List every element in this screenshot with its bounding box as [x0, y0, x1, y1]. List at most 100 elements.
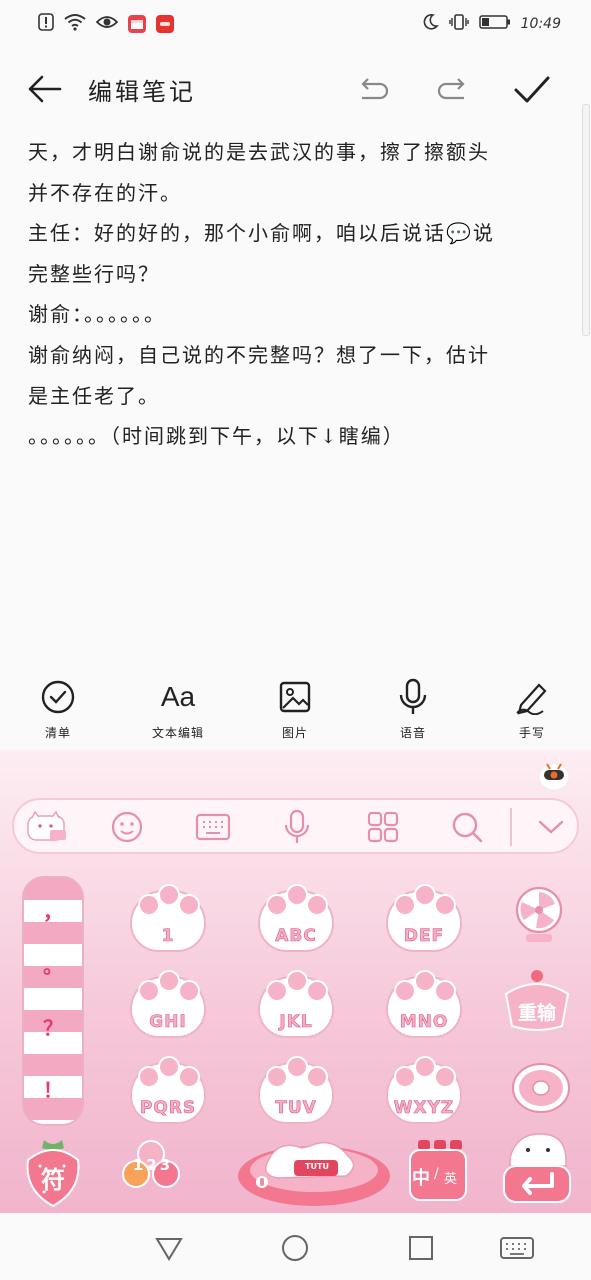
image-icon — [255, 672, 335, 722]
paw-key[interactable]: TUV — [252, 1048, 340, 1126]
punctuation-column[interactable]: ， 。 ？ ！ — [22, 876, 84, 1126]
paw-key-label: TUV — [275, 1098, 317, 1119]
wifi-icon — [64, 13, 86, 35]
apps-grid-icon[interactable] — [364, 808, 402, 846]
paw-key[interactable]: MNO — [380, 962, 468, 1040]
paw-toe — [178, 980, 200, 1002]
note-line: 完整些行吗？ — [28, 261, 160, 286]
paw-toe — [158, 970, 180, 992]
recents-square-icon[interactable] — [404, 1231, 438, 1265]
punct-comma[interactable]: ， — [24, 896, 82, 925]
note-line: 谢俞纳闷，自己说的不完整吗？想了一下，估计 — [28, 342, 490, 367]
paw-key[interactable]: ABC — [252, 876, 340, 954]
vibrate-icon — [448, 13, 469, 35]
image-button[interactable]: 图片 — [255, 672, 335, 741]
robot-mascot-icon[interactable] — [537, 756, 571, 792]
punct-exclaim[interactable]: ！ — [24, 1074, 82, 1103]
paw-toe — [266, 980, 288, 1002]
paw-toe — [138, 980, 160, 1002]
paw-toe — [434, 980, 456, 1002]
voice-button[interactable]: 语音 — [373, 672, 453, 741]
lang-main-label: 中 — [412, 1168, 430, 1189]
fan-delete-icon[interactable] — [506, 882, 572, 948]
paw-key-label: DEF — [403, 926, 445, 947]
back-triangle-icon[interactable] — [152, 1231, 186, 1265]
symbol-key[interactable]: 符 — [20, 1136, 86, 1208]
paw-key-label: ABC — [275, 926, 317, 947]
checklist-label: 清单 — [44, 726, 71, 740]
keyboard-layout-icon[interactable] — [194, 808, 232, 846]
back-arrow-icon[interactable] — [26, 70, 64, 108]
page-title: 编辑笔记 — [88, 78, 196, 106]
paw-toe — [414, 1056, 436, 1078]
paw-toe — [306, 1066, 328, 1088]
space-key[interactable]: TUTU — [236, 1126, 392, 1208]
voice-icon[interactable] — [278, 808, 316, 846]
scrollbar[interactable] — [582, 104, 590, 336]
paw-key[interactable]: GHI — [124, 962, 212, 1040]
handwriting-icon — [492, 672, 572, 722]
system-nav-bar — [0, 1213, 591, 1280]
home-circle-icon[interactable] — [278, 1231, 312, 1265]
paw-toe — [286, 970, 308, 992]
punct-period[interactable]: 。 — [24, 950, 82, 979]
status-time: 10:49 — [520, 16, 561, 32]
cat-logo-icon[interactable] — [24, 808, 70, 846]
battery-icon — [478, 14, 511, 34]
divider — [510, 808, 512, 846]
alert-icon — [38, 13, 54, 35]
collapse-icon[interactable] — [532, 808, 570, 846]
language-switch-key[interactable]: 中 / 英 — [406, 1136, 470, 1206]
numbers-label: 123 — [132, 1156, 174, 1174]
paw-toe — [286, 1056, 308, 1078]
paw-toe — [434, 894, 456, 916]
undo-icon[interactable] — [356, 74, 390, 108]
note-editor[interactable]: 天，才明白谢俞说的是去武汉的事，擦了擦额头 并不存在的汗。 主任：好的好的，那个… — [28, 112, 558, 572]
paw-toe — [434, 1066, 456, 1088]
text-format-label: 文本编辑 — [151, 726, 204, 740]
paw-key[interactable]: PQRS — [124, 1048, 212, 1126]
handwriting-label: 手写 — [518, 726, 545, 740]
space-brand: TUTU — [305, 1162, 329, 1171]
image-label: 图片 — [281, 726, 308, 740]
paw-toe — [266, 1066, 288, 1088]
moon-icon — [421, 13, 439, 35]
paw-toe — [266, 894, 288, 916]
symbol-label: 符 — [41, 1165, 65, 1194]
redo-icon[interactable] — [436, 74, 470, 108]
text-format-button[interactable]: Aa 文本编辑 — [138, 672, 218, 741]
paw-key[interactable]: JKL — [252, 962, 340, 1040]
retype-label: 重输 — [517, 1002, 556, 1024]
checklist-icon — [18, 672, 98, 722]
punct-question[interactable]: ？ — [24, 1012, 82, 1041]
note-line: 天，才明白谢俞说的是去武汉的事，擦了擦额头 — [28, 140, 490, 164]
paw-key-label: GHI — [149, 1012, 187, 1033]
retype-key[interactable]: 重输 — [500, 968, 574, 1034]
paw-key[interactable]: DEF — [380, 876, 468, 954]
huawei-app-icon — [156, 15, 174, 33]
paw-toe — [306, 894, 328, 916]
search-icon[interactable] — [448, 808, 486, 846]
keyboard-switch-icon[interactable] — [498, 1231, 536, 1265]
paw-key-label: WXYZ — [393, 1098, 455, 1119]
numbers-key[interactable]: 123 — [118, 1136, 188, 1198]
paw-toe — [414, 970, 436, 992]
paw-key[interactable]: 1 — [124, 876, 212, 954]
header: 编辑笔记 — [0, 56, 591, 120]
partial-line — [28, 112, 558, 132]
status-bar: 10:49 — [0, 0, 591, 48]
lang-alt-label: 英 — [444, 1172, 458, 1187]
paw-key[interactable]: WXYZ — [380, 1048, 468, 1126]
done-check-button[interactable] — [512, 72, 552, 108]
eye-icon — [95, 14, 119, 34]
paw-toe — [178, 894, 200, 916]
checklist-button[interactable]: 清单 — [18, 672, 98, 741]
check-icon — [514, 76, 550, 103]
emoji-icon[interactable] — [108, 808, 146, 846]
handwriting-button[interactable]: 手写 — [492, 672, 572, 741]
paw-key-label: MNO — [399, 1012, 449, 1033]
paw-toe — [158, 884, 180, 906]
paw-toe — [394, 1066, 416, 1088]
enter-icon[interactable] — [500, 1126, 574, 1206]
donut-zero-icon[interactable] — [508, 1060, 574, 1126]
